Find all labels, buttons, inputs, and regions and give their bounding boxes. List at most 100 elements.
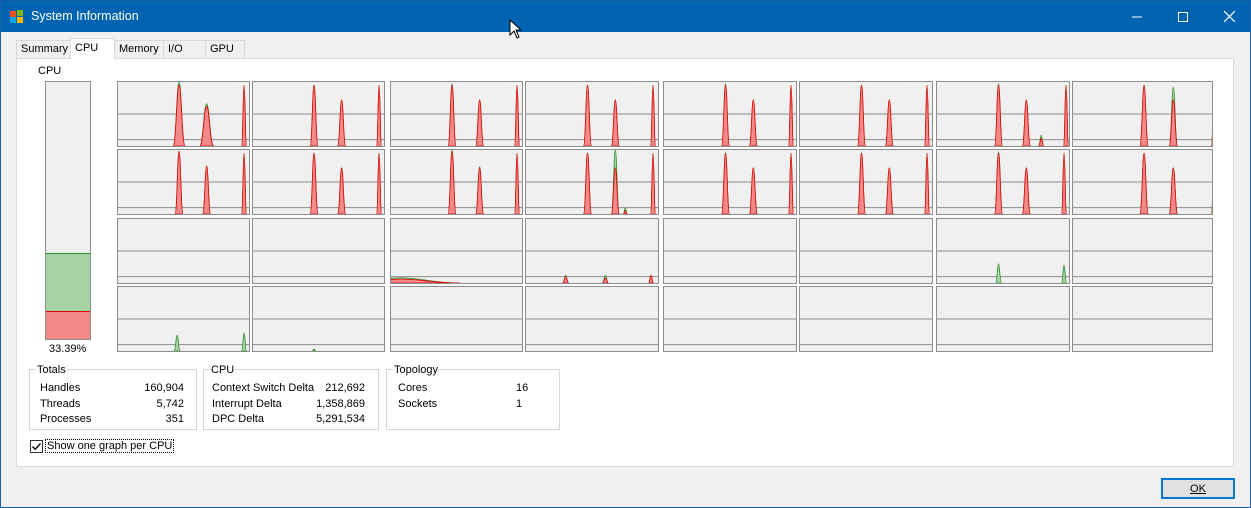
- cpu-core-graph: [525, 218, 659, 284]
- cpu-core-graph-plot: [800, 250, 932, 278]
- kernel-usage-spike: [1211, 201, 1212, 214]
- cpu-core-graph: [117, 149, 250, 215]
- checkmark-icon: [32, 443, 42, 451]
- threads-value: 5,742: [156, 398, 184, 410]
- cpu-core-graph: [1072, 218, 1213, 284]
- tab-summary[interactable]: Summary: [16, 40, 71, 59]
- cpu-core-graph: [1072, 81, 1213, 147]
- cpu-core-graph: [252, 81, 385, 147]
- total-usage-spike: [241, 332, 247, 351]
- kernel-usage-spike: [857, 84, 866, 146]
- kernel-usage-spike: [583, 84, 592, 146]
- kernel-usage-spike: [721, 152, 730, 214]
- kernel-usage-spike: [748, 167, 758, 214]
- cpu-core-graph-plot: [800, 84, 932, 146]
- kernel-usage-spike: [1211, 133, 1212, 146]
- cpu-core-graph: [252, 149, 385, 215]
- kernel-usage-spike: [748, 99, 758, 146]
- kernel-usage-spike: [650, 152, 656, 214]
- cpu-core-graph: [390, 149, 523, 215]
- handles-label: Handles: [40, 382, 81, 394]
- close-button[interactable]: [1206, 1, 1251, 32]
- cpu-core-graph: [799, 218, 933, 284]
- tab-cpu[interactable]: CPU: [70, 38, 115, 59]
- sockets-value: 1: [516, 398, 523, 410]
- cpu-core-graph: [663, 149, 797, 215]
- tab-io[interactable]: I/O: [163, 40, 206, 59]
- tab-label: Memory: [119, 43, 159, 55]
- interrupt-delta-label: Interrupt Delta: [212, 398, 282, 410]
- processes-label: Processes: [40, 413, 92, 425]
- kernel-usage-spike: [1021, 167, 1031, 214]
- cpu-core-graph: [799, 286, 933, 352]
- tab-label: Summary: [21, 43, 69, 55]
- kernel-usage-spike: [721, 84, 730, 146]
- total-usage-spike: [995, 263, 1002, 283]
- cpu-core-graph-plot: [664, 83, 796, 146]
- kernel-usage-spike: [1021, 99, 1031, 146]
- kernel-usage-spike: [1168, 167, 1178, 214]
- cpu-core-graph-plot: [937, 250, 1069, 283]
- cores-value: 16: [516, 382, 529, 394]
- kernel-usage-spike: [337, 167, 346, 214]
- per-cpu-graph-grid: [117, 81, 1213, 353]
- tab-gpu[interactable]: GPU: [205, 40, 245, 59]
- cpu-core-graph-plot: [664, 250, 796, 278]
- cpu-core-graph: [390, 286, 523, 352]
- cpu-core-graph-plot: [391, 83, 522, 146]
- threads-label: Threads: [40, 398, 81, 410]
- cpu-core-graph-plot: [118, 150, 249, 214]
- cpu-core-graph: [936, 286, 1070, 352]
- kernel-usage-spike: [1139, 152, 1149, 214]
- cpu-core-graph-plot: [937, 151, 1069, 214]
- tab-memory[interactable]: Memory: [114, 40, 164, 59]
- minimize-icon: [1132, 16, 1142, 17]
- kernel-usage-spike: [924, 152, 930, 214]
- cpu-kernel-fill: [46, 310, 90, 339]
- maximize-icon: [1178, 11, 1188, 22]
- context-switch-delta-value: 212,692: [325, 382, 365, 394]
- show-one-graph-per-cpu-label[interactable]: Show one graph per CPU: [45, 439, 175, 453]
- total-usage-spike: [1061, 264, 1067, 283]
- kernel-usage-spike: [650, 84, 656, 146]
- cpu-core-graph-plot: [391, 250, 522, 283]
- cpu-core-graph-plot: [118, 250, 249, 278]
- kernel-usage-spike: [994, 84, 1003, 146]
- kernel-usage-spike: [1168, 99, 1178, 146]
- cpu-core-graph: [252, 218, 385, 284]
- close-icon: [1223, 11, 1235, 22]
- cpu-core-graph: [663, 81, 797, 147]
- kernel-usage-spike: [376, 84, 382, 146]
- kernel-usage-spike: [514, 152, 520, 214]
- cpu-core-graph-plot: [526, 84, 658, 146]
- cpu-core-graph-plot: [1073, 84, 1212, 146]
- ok-button[interactable]: OK: [1161, 478, 1235, 499]
- title-bar[interactable]: System Information: [1, 1, 1250, 32]
- kernel-usage-spike: [337, 99, 346, 146]
- show-one-graph-per-cpu-checkbox[interactable]: [30, 440, 43, 453]
- maximize-button[interactable]: [1160, 1, 1206, 32]
- cpu-usage-label: CPU: [38, 65, 62, 77]
- kernel-usage-spike: [610, 167, 620, 214]
- cpu-core-graph: [525, 286, 659, 352]
- tab-label: I/O: [168, 43, 183, 55]
- cpu-core-graph: [663, 286, 797, 352]
- cpu-usage-meter: [45, 81, 91, 340]
- cpu-core-graph-plot: [800, 318, 932, 346]
- mouse-cursor-icon: [509, 19, 523, 39]
- dpc-delta-value: 5,291,534: [316, 413, 365, 425]
- kernel-usage-spike: [788, 84, 794, 146]
- kernel-usage-spike: [447, 150, 457, 214]
- cpu-core-graph: [390, 81, 523, 147]
- cpu-core-graph: [525, 81, 659, 147]
- kernel-usage-spike: [924, 84, 930, 146]
- handles-value: 160,904: [144, 382, 184, 394]
- kernel-usage-spike: [610, 99, 620, 146]
- dpc-delta-label: DPC Delta: [212, 413, 264, 425]
- cpu-core-graph: [390, 218, 523, 284]
- minimize-button[interactable]: [1114, 1, 1160, 32]
- kernel-usage-spike: [447, 84, 457, 146]
- cpu-core-graph: [936, 81, 1070, 147]
- kernel-usage-spike: [884, 99, 894, 146]
- cpu-core-graph: [525, 149, 659, 215]
